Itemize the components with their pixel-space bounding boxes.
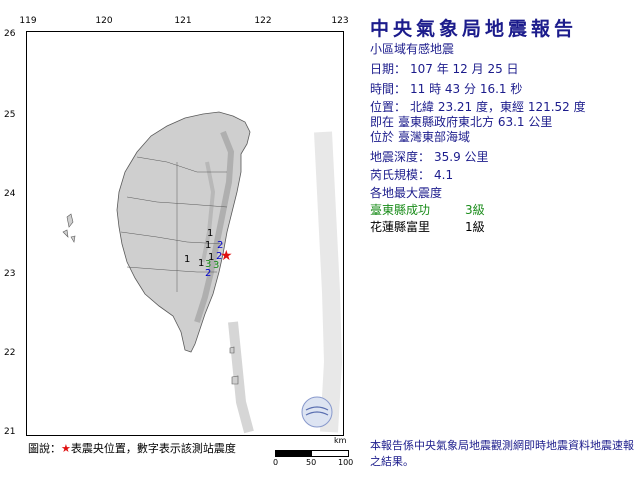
map-area: 120 121 122 1 2 1 1 1 1 2 3 3 2 ★ xyxy=(26,31,344,436)
scale-label-100: 100 xyxy=(338,458,354,467)
report-subtitle: 小區域有感地震 xyxy=(370,42,455,56)
station-intensity-label: 2 xyxy=(205,268,212,279)
lat-tick-22: 22 xyxy=(4,348,16,358)
station-level: 1級 xyxy=(465,220,485,234)
magnitude-value: 4.1 xyxy=(434,168,454,182)
station-name: 臺東縣成功 xyxy=(370,203,431,217)
station-intensity-label: 3 xyxy=(213,260,220,271)
station-intensity-label: 1 xyxy=(205,240,212,251)
station-intensity-label: 1 xyxy=(198,258,205,269)
time-value: 11 時 43 分 16.1 秒 xyxy=(410,82,523,96)
lon-tick-120-outer: 120 xyxy=(95,16,113,26)
time-label: 時間： xyxy=(370,82,407,96)
scale-unit: km xyxy=(334,436,347,445)
scale-bar-graphic xyxy=(275,450,349,457)
location-line-2: 位於 臺灣東部海域 xyxy=(370,128,470,145)
magnitude-line: 芮氏規模： 4.1 xyxy=(370,166,453,183)
report-title: 中央氣象局地震報告 xyxy=(370,18,578,40)
scale-label-0: 0 xyxy=(273,458,279,467)
lon-tick-119: 119 xyxy=(19,16,37,26)
lat-tick-25: 25 xyxy=(4,110,16,120)
lat-tick-26: 26 xyxy=(4,29,16,39)
lon-tick-122-outer: 122 xyxy=(254,16,272,26)
max-intensity-heading: 各地最大震度 xyxy=(370,186,443,200)
date-line: 日期： 107 年 12 月 25 日 xyxy=(370,60,519,77)
depth-value: 35.9 公里 xyxy=(434,150,489,164)
date-value: 107 年 12 月 25 日 xyxy=(410,62,519,76)
lon-tick-123: 123 xyxy=(331,16,349,26)
report-note: 本報告係中央氣象局地震觀測網即時地震資料地震速報之結果。 xyxy=(370,439,634,468)
location-2-label: 位於 xyxy=(370,130,395,144)
station-name: 花蓮縣富里 xyxy=(370,220,431,234)
legend-prefix: 圖說： xyxy=(28,442,61,455)
legend-text: 表震央位置，數字表示該測站震度 xyxy=(70,442,236,455)
lon-tick-121-outer: 121 xyxy=(174,16,192,26)
legend-star-icon: ★ xyxy=(61,442,71,455)
epicenter-star-icon: ★ xyxy=(220,248,233,264)
scale-label-50: 50 xyxy=(306,458,317,467)
location-2-value: 臺灣東部海域 xyxy=(398,130,471,144)
depth-label: 地震深度： xyxy=(370,150,431,164)
position-value: 北緯 23.21 度，東經 121.52 度 xyxy=(410,100,586,114)
lat-tick-24: 24 xyxy=(4,189,16,199)
station-intensity-label: 1 xyxy=(207,228,214,239)
lat-tick-21: 21 xyxy=(4,427,16,437)
magnitude-label: 芮氏規模： xyxy=(370,168,431,182)
depth-line: 地震深度： 35.9 公里 xyxy=(370,148,489,165)
taiwan-map xyxy=(62,111,343,434)
station-intensity-label: 1 xyxy=(184,254,191,265)
time-line: 時間： 11 時 43 分 16.1 秒 xyxy=(370,80,522,97)
location-1-value: 臺東縣政府東北方 63.1 公里 xyxy=(398,115,553,129)
scale-bar: km 0 50 100 xyxy=(272,436,354,470)
station-level: 3級 xyxy=(465,203,485,217)
lat-tick-23: 23 xyxy=(4,269,16,279)
date-label: 日期： xyxy=(370,62,407,76)
map-legend: 圖說：★表震央位置，數字表示該測站震度 xyxy=(28,440,236,456)
intensity-row: 花蓮縣富里 1級 xyxy=(370,218,485,235)
intensity-row: 臺東縣成功 3級 xyxy=(370,201,485,218)
